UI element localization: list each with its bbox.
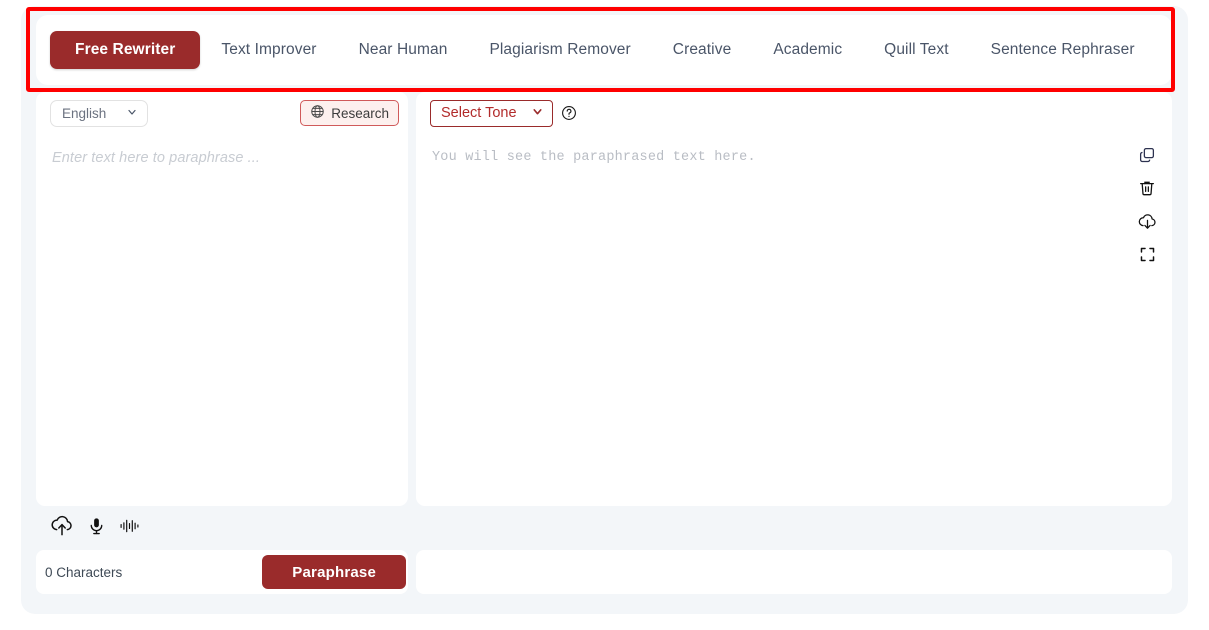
character-count: 0 Characters	[45, 564, 123, 580]
chevron-down-icon	[531, 105, 544, 122]
input-textarea[interactable]: Enter text here to paraphrase ...	[36, 134, 408, 506]
tab-creative[interactable]: Creative	[652, 31, 753, 69]
microphone-icon[interactable]	[87, 515, 106, 542]
research-button[interactable]: Research	[300, 100, 399, 126]
tab-plagiarism-remover[interactable]: Plagiarism Remover	[468, 31, 651, 69]
tab-near-human[interactable]: Near Human	[338, 31, 469, 69]
question-circle-icon[interactable]	[561, 105, 578, 122]
cloud-upload-icon[interactable]	[50, 514, 74, 543]
input-toolbar: English Research	[36, 92, 408, 134]
footer-row: 0 Characters Paraphrase	[36, 550, 1172, 594]
panes-divider	[408, 134, 416, 506]
trash-icon[interactable]	[1136, 177, 1158, 199]
toolbar-row: English Research Select Tone	[36, 92, 1172, 134]
cloud-download-icon[interactable]	[1136, 210, 1158, 232]
tab-free-rewriter[interactable]: Free Rewriter	[50, 31, 201, 69]
waveform-icon[interactable]	[119, 518, 140, 539]
globe-icon	[310, 104, 325, 122]
input-tool-strip	[36, 506, 408, 550]
tab-sentence-rephraser[interactable]: Sentence Rephraser	[970, 31, 1156, 69]
fullscreen-icon[interactable]	[1136, 243, 1158, 265]
output-actions	[1136, 144, 1158, 265]
input-footer: 0 Characters Paraphrase	[36, 550, 408, 594]
editor-panes: Enter text here to paraphrase ... You wi…	[36, 134, 1172, 506]
tab-academic[interactable]: Academic	[752, 31, 863, 69]
copy-icon[interactable]	[1136, 144, 1158, 166]
footer-divider	[408, 550, 416, 594]
tone-select[interactable]: Select Tone	[430, 99, 553, 127]
input-placeholder: Enter text here to paraphrase ...	[52, 150, 261, 166]
toolbar-divider	[408, 92, 416, 134]
output-textarea[interactable]: You will see the paraphrased text here.	[416, 134, 1172, 506]
output-placeholder: You will see the paraphrased text here.	[432, 150, 756, 165]
output-toolbar: Select Tone	[416, 92, 1172, 134]
tab-quill-text[interactable]: Quill Text	[863, 31, 969, 69]
tone-select-value: Select Tone	[441, 105, 517, 121]
language-select-value: English	[62, 105, 107, 121]
output-footer	[416, 550, 1172, 594]
chevron-down-icon	[126, 106, 138, 121]
tab-text-improver[interactable]: Text Improver	[200, 31, 337, 69]
tab-bar: Free Rewriter Text Improver Near Human P…	[36, 15, 1172, 85]
language-select[interactable]: English	[50, 99, 149, 127]
research-button-label: Research	[331, 105, 389, 121]
app-root: Free Rewriter Text Improver Near Human P…	[0, 0, 1209, 630]
paraphrase-button[interactable]: Paraphrase	[262, 555, 406, 589]
